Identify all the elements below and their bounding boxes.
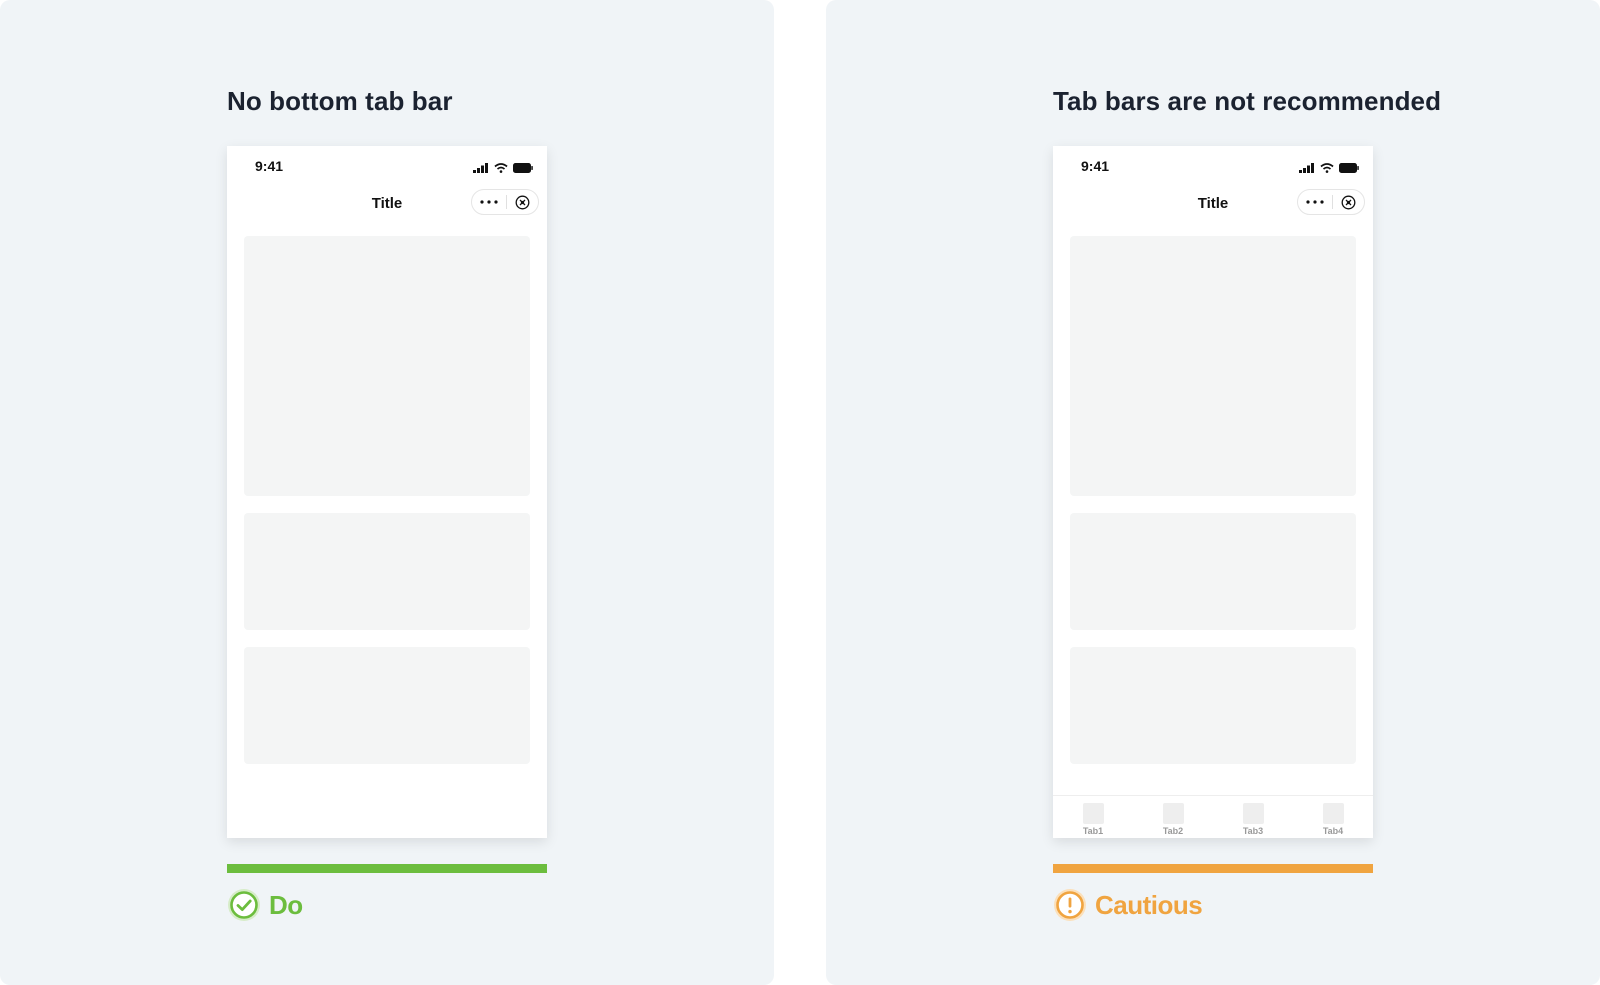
tab-label: Tab4	[1322, 826, 1344, 836]
wifi-icon	[494, 160, 508, 178]
cautious-example-heading: Tab bars are not recommended	[1053, 86, 1442, 116]
do-indicator-bar	[227, 864, 547, 873]
battery-icon	[1339, 160, 1359, 178]
close-circle-icon	[1341, 195, 1356, 209]
cautious-example-panel: Tab bars are not recommended 9:41 Title	[826, 0, 1600, 985]
signal-icon	[473, 160, 489, 178]
more-dots-icon	[1306, 200, 1324, 204]
placeholder-card	[1070, 236, 1356, 496]
tab-3[interactable]: Tab3	[1213, 796, 1293, 838]
tab-placeholder-icon	[1162, 803, 1184, 824]
phone-mockup-no-tab-bar: 9:41 Title	[227, 146, 547, 838]
do-verdict: Do	[227, 888, 303, 922]
bottom-tab-bar: Tab1 Tab2 Tab3 Tab4	[1053, 795, 1373, 838]
do-label: Do	[269, 889, 303, 920]
exclamation-circle-icon	[1054, 889, 1086, 921]
tab-placeholder-icon	[1322, 803, 1344, 824]
menu-capsule	[471, 189, 539, 215]
more-dots-icon	[480, 200, 498, 204]
tab-label: Tab3	[1242, 826, 1264, 836]
wifi-icon	[1320, 160, 1334, 178]
close-button[interactable]	[507, 190, 538, 214]
tab-placeholder-icon	[1082, 803, 1104, 824]
do-example-panel: No bottom tab bar 9:41 Title Do	[0, 0, 774, 985]
tab-1[interactable]: Tab1	[1053, 796, 1133, 838]
tab-placeholder-icon	[1242, 803, 1264, 824]
close-circle-icon	[515, 195, 530, 209]
tab-2[interactable]: Tab2	[1133, 796, 1213, 838]
tab-label: Tab1	[1082, 826, 1104, 836]
phone-mockup-with-tab-bar: 9:41 Title Tab1 Tab2 Tab3 Tab4	[1053, 146, 1373, 838]
cautious-verdict: Cautious	[1053, 888, 1203, 922]
signal-icon	[1299, 160, 1315, 178]
status-bar-icons	[1299, 160, 1359, 178]
placeholder-card	[244, 513, 530, 630]
tab-label: Tab2	[1162, 826, 1184, 836]
battery-icon	[513, 160, 533, 178]
tab-4[interactable]: Tab4	[1293, 796, 1373, 838]
status-bar-time: 9:41	[1081, 158, 1110, 174]
check-circle-icon	[228, 889, 260, 921]
status-bar-icons	[473, 160, 533, 178]
status-bar-time: 9:41	[255, 158, 284, 174]
menu-capsule	[1297, 189, 1365, 215]
placeholder-card	[244, 236, 530, 496]
placeholder-card	[1070, 513, 1356, 630]
cautious-indicator-bar	[1053, 864, 1373, 873]
close-button[interactable]	[1333, 190, 1364, 214]
more-button[interactable]	[472, 190, 506, 214]
more-button[interactable]	[1298, 190, 1332, 214]
cautious-label: Cautious	[1095, 889, 1203, 920]
do-example-heading: No bottom tab bar	[227, 86, 453, 116]
placeholder-card	[1070, 647, 1356, 764]
placeholder-card	[244, 647, 530, 764]
